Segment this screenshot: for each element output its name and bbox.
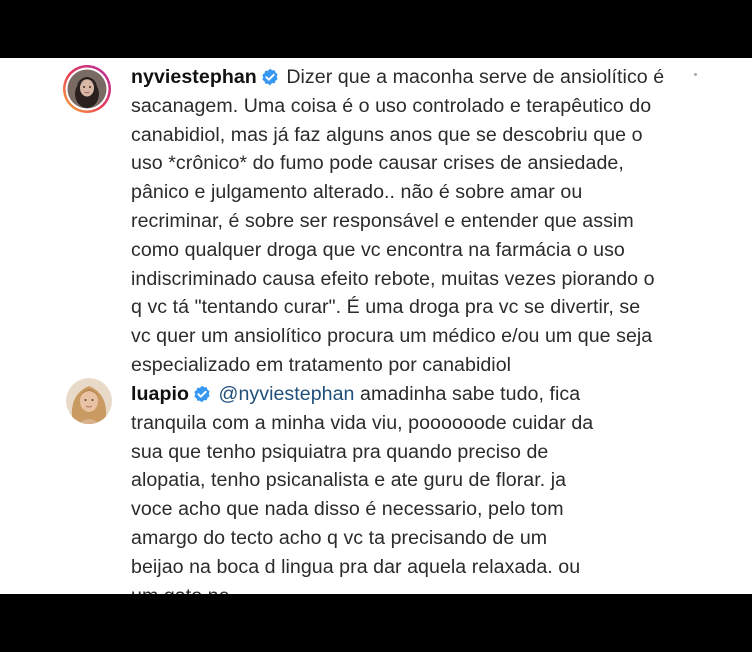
comment-line: voce acho que nada disso é necessario, p…	[131, 498, 564, 521]
comment-line: pânico e julgamento alterado.. não é sob…	[131, 181, 583, 204]
comment-body-start: Dizer que a maconha serve de ansiolítico…	[286, 66, 665, 88]
comment-line: sua que tenho psiquiatra pra quando prec…	[131, 440, 549, 463]
comment-line: recriminar, é sobre ser responsável e en…	[131, 209, 634, 232]
comment-line: amargo do tecto acho q vc ta precisando …	[131, 526, 548, 549]
comment-line: tranquila com a minha vida viu, pooooood…	[131, 411, 594, 434]
avatar[interactable]	[66, 378, 112, 424]
comment-line: alopatia, tenho psicanalista e ate guru …	[131, 469, 567, 492]
comment-line: especializado em tratamento por canabidi…	[131, 353, 512, 376]
comment-line: uso *crônico* do fumo pode causar crises…	[131, 152, 624, 175]
comment-line: vc quer um ansiolítico procura um médico…	[131, 325, 653, 348]
comment-text: luapio @nyviestephan amadinha sabe tudo,…	[131, 380, 593, 594]
more-options-icon[interactable]	[694, 73, 697, 76]
mention-link[interactable]: @nyviestephan	[219, 383, 355, 405]
verified-badge-icon	[261, 68, 279, 86]
verified-badge-icon	[193, 385, 211, 403]
comment-first-line: luapio @nyviestephan amadinha sabe tudo,…	[131, 380, 593, 409]
comment-line: como qualquer droga que vc encontra na f…	[131, 238, 625, 261]
comment-line: indiscriminado causa efeito rebote, muit…	[131, 267, 655, 290]
comment-line: sacanagem. Uma coisa é o uso controlado …	[131, 94, 652, 117]
username[interactable]: luapio	[131, 383, 189, 405]
comment-text: nyviestephan Dizer que a maconha serve d…	[131, 63, 664, 380]
username[interactable]: nyviestephan	[131, 66, 257, 88]
comments-panel: nyviestephan Dizer que a maconha serve d…	[0, 58, 752, 594]
comment-first-line: nyviestephan Dizer que a maconha serve d…	[131, 63, 664, 92]
comment-body-start: amadinha sabe tudo, fica	[360, 383, 581, 405]
comment-line: q vc tá "tentando curar". É uma droga pr…	[131, 296, 641, 319]
comment-line: beijao na boca d lingua pra dar aquela r…	[131, 555, 581, 578]
comment-line: um gato ne...	[131, 582, 593, 594]
avatar[interactable]	[62, 64, 112, 114]
comment-line: canabidiol, mas já faz alguns anos que s…	[131, 123, 643, 146]
